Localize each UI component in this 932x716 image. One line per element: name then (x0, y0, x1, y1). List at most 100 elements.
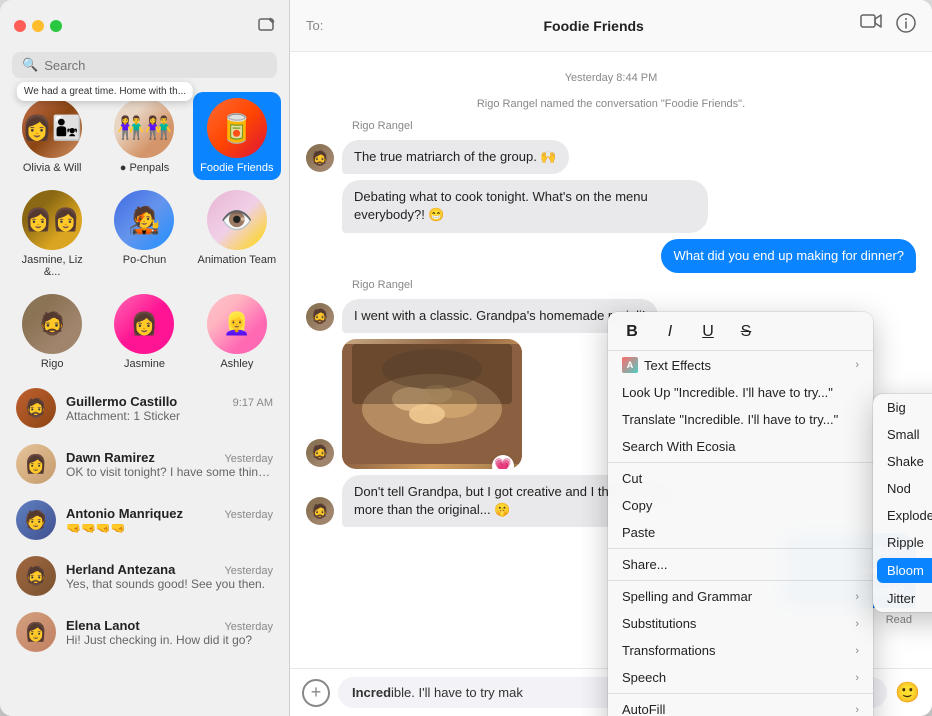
info-button[interactable] (896, 13, 916, 38)
mini-avatar-rigo-4: 🧔 (306, 303, 334, 331)
submenu-item-shake[interactable]: Shake (873, 448, 932, 475)
conversation-dawn[interactable]: 👩 Dawn Ramirez Yesterday OK to visit ton… (4, 436, 285, 492)
format-underline-button[interactable]: U (696, 320, 720, 344)
ctx-label-paste: Paste (622, 525, 655, 540)
ctx-label-speech: Speech (622, 670, 666, 685)
ctx-item-speech[interactable]: Speech › (608, 664, 873, 691)
emoji-button[interactable]: 🙂 (895, 680, 920, 705)
context-menu: B I U S A Text Effects › Big Small Shake… (608, 312, 873, 716)
sidebar-item-jasmine[interactable]: 👩 Jasmine (100, 288, 188, 376)
msg-preview-elena: Hi! Just checking in. How did it go? (66, 633, 273, 647)
sidebar-item-rigo[interactable]: 🧔 Rigo (8, 288, 96, 376)
avatar-ashley: 👱‍♀️ (207, 294, 267, 354)
avatar-rigo: 🧔 (22, 294, 82, 354)
msg-name-antonio: Antonio Manriquez (66, 506, 183, 521)
ctx-item-substitutions[interactable]: Substitutions › (608, 610, 873, 637)
ctx-formatting-row: B I U S (608, 312, 873, 351)
system-msg: Rigo Rangel named the conversation "Food… (306, 98, 916, 110)
conversation-elena[interactable]: 👩 Elena Lanot Yesterday Hi! Just checkin… (4, 604, 285, 660)
ctx-item-cut[interactable]: Cut (608, 465, 873, 492)
ctx-item-copy[interactable]: Copy (608, 492, 873, 519)
avatar-jasmine-group: 👩👩 (22, 190, 82, 250)
text-effects-submenu: Big Small Shake Nod Explode Ripple Bloom… (873, 394, 932, 612)
compose-button[interactable] (257, 17, 275, 35)
ctx-item-spelling[interactable]: Spelling and Grammar › (608, 583, 873, 610)
conversation-antonio[interactable]: 🧑 Antonio Manriquez Yesterday 🤜🤜🤜🤜 (4, 492, 285, 548)
ctx-item-share[interactable]: Share... (608, 551, 873, 578)
ctx-label-transformations: Transformations (622, 643, 715, 658)
avatar-jasmine: 👩 (114, 294, 174, 354)
text-effects-icon: A (622, 357, 638, 373)
submenu-item-small[interactable]: Small (873, 421, 932, 448)
ctx-item-lookup[interactable]: Look Up "Incredible. I'll have to try...… (608, 379, 873, 406)
ctx-label-spelling: Spelling and Grammar (622, 589, 752, 604)
sidebar-item-olivia[interactable]: We had a great time. Home with th... 👩‍👨… (8, 92, 96, 180)
msg-time-elena: Yesterday (224, 621, 273, 633)
chevron-spelling: › (855, 591, 859, 603)
ctx-label-lookup: Look Up "Incredible. I'll have to try...… (622, 385, 833, 400)
fullscreen-button[interactable] (50, 20, 62, 32)
avatar-label-jasmine: Jasmine (124, 358, 165, 370)
video-call-button[interactable] (860, 13, 882, 38)
bubble-2: Debating what to cook tonight. What's on… (342, 180, 708, 232)
photo-placeholder (342, 339, 522, 469)
ctx-item-translate[interactable]: Translate "Incredible. I'll have to try.… (608, 406, 873, 433)
ctx-item-autofill[interactable]: AutoFill › (608, 696, 873, 716)
conversation-guillermo[interactable]: 🧔 Guillermo Castillo 9:17 AM Attachment:… (4, 380, 285, 436)
message-row-1: 🧔 The true matriarch of the group. 🙌 (306, 140, 916, 174)
sidebar-item-pochun[interactable]: 🧑‍🎤 Po-Chun (100, 184, 188, 284)
ctx-label-copy: Copy (622, 498, 652, 513)
msg-preview-guillermo: Attachment: 1 Sticker (66, 409, 273, 423)
avatar-penpals: 👫👫 (114, 98, 174, 158)
ctx-sep-2 (608, 548, 873, 549)
ctx-sep-3 (608, 580, 873, 581)
message-row-2: Debating what to cook tonight. What's on… (306, 180, 916, 232)
submenu-item-nod[interactable]: Nod (873, 475, 932, 502)
chevron-substitutions: › (855, 618, 859, 630)
chat-title: Foodie Friends (327, 18, 860, 34)
minimize-button[interactable] (32, 20, 44, 32)
add-attachment-button[interactable]: + (302, 679, 330, 707)
close-button[interactable] (14, 20, 26, 32)
format-bold-button[interactable]: B (620, 320, 644, 344)
avatar-label-penpals: ● Penpals (120, 162, 169, 174)
sidebar-item-jasmine-group[interactable]: 👩👩 Jasmine, Liz &... (8, 184, 96, 284)
submenu-item-ripple[interactable]: Ripple (873, 529, 932, 556)
sidebar-item-ashley[interactable]: 👱‍♀️ Ashley (193, 288, 281, 376)
msg-content-elena: Elena Lanot Yesterday Hi! Just checking … (66, 618, 273, 647)
avatar-pochun: 🧑‍🎤 (114, 190, 174, 250)
sidebar-item-foodie[interactable]: 🥫 Foodie Friends (193, 92, 281, 180)
format-strikethrough-button[interactable]: S (734, 320, 758, 344)
mini-avatar-rigo-photo: 🧔 (306, 439, 334, 467)
conversation-herland[interactable]: 🧔 Herland Antezana Yesterday Yes, that s… (4, 548, 285, 604)
submenu-item-explode[interactable]: Explode (873, 502, 932, 529)
msg-time-dawn: Yesterday (224, 453, 273, 465)
ctx-label-autofill: AutoFill (622, 702, 665, 716)
avatar-guillermo: 🧔 (16, 388, 56, 428)
ctx-item-ecosia[interactable]: Search With Ecosia (608, 433, 873, 460)
bubble-1: The true matriarch of the group. 🙌 (342, 140, 569, 174)
avatar-label-olivia: Olivia & Will (23, 162, 82, 174)
ctx-item-paste[interactable]: Paste (608, 519, 873, 546)
chat-header: To: Foodie Friends (290, 0, 932, 52)
avatar-animation: 👁️ (207, 190, 267, 250)
ctx-item-transformations[interactable]: Transformations › (608, 637, 873, 664)
sidebar-item-penpals[interactable]: 👫👫 ● Penpals (100, 92, 188, 180)
chevron-speech: › (855, 672, 859, 684)
format-italic-button[interactable]: I (658, 320, 682, 344)
mini-avatar-rigo-1: 🧔 (306, 144, 334, 172)
system-time: Yesterday 8:44 PM (306, 72, 916, 84)
sidebar-item-animation[interactable]: 👁️ Animation Team (193, 184, 281, 284)
avatar-herland: 🧔 (16, 556, 56, 596)
ctx-item-text-effects[interactable]: A Text Effects › Big Small Shake Nod Exp… (608, 351, 873, 379)
submenu-item-jitter[interactable]: Jitter (873, 585, 932, 612)
avatar-label-animation: Animation Team (197, 254, 276, 266)
submenu-item-big[interactable]: Big (873, 394, 932, 421)
ctx-sep-4 (608, 693, 873, 694)
message-row-3: What did you end up making for dinner? (306, 239, 916, 273)
submenu-item-bloom[interactable]: Bloom (877, 558, 932, 583)
ctx-label-cut: Cut (622, 471, 642, 486)
message-list: 🧔 Guillermo Castillo 9:17 AM Attachment:… (0, 380, 289, 716)
search-input[interactable] (44, 58, 267, 73)
search-bar[interactable]: 🔍 (12, 52, 277, 78)
